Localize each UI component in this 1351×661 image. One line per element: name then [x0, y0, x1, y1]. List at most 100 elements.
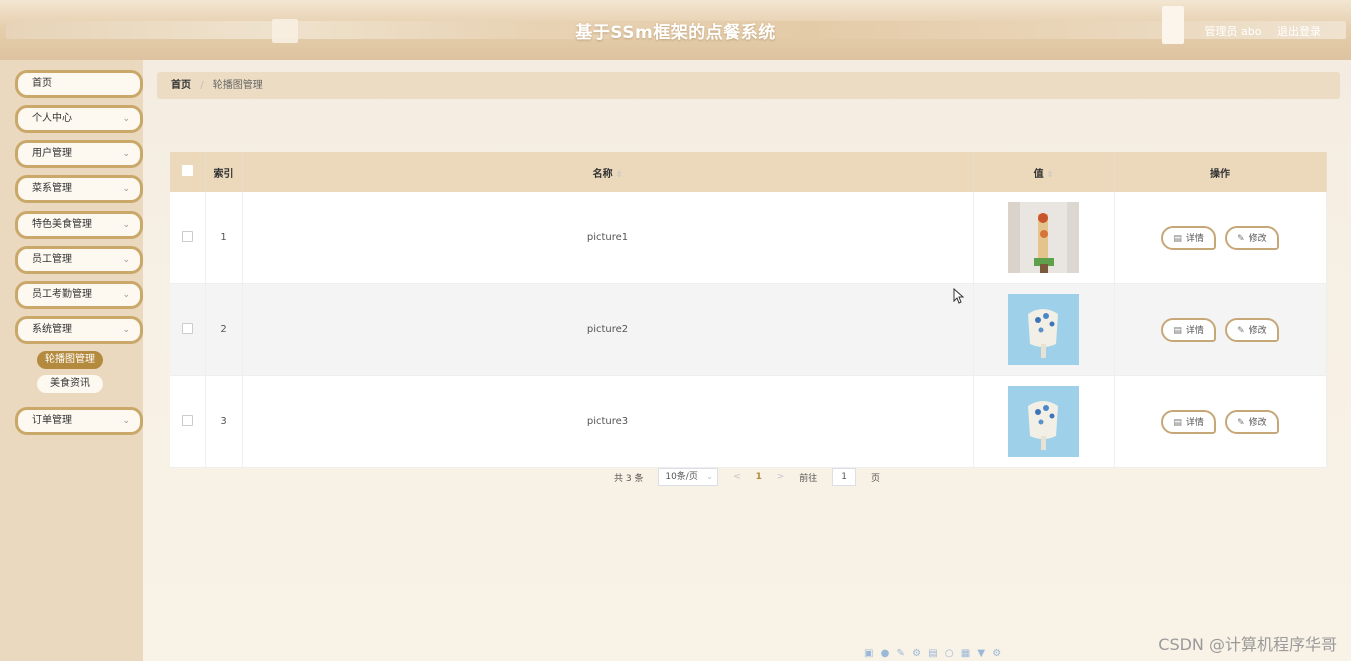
sort-icon[interactable]: ⇳ — [616, 170, 623, 179]
select-all-cell — [170, 152, 206, 192]
breadcrumb-home[interactable]: 首页 — [171, 80, 191, 91]
document-icon: ▤ — [1173, 417, 1182, 428]
column-header-index: 索引 — [205, 152, 243, 192]
sidebar-item-system-management[interactable]: 系统管理 ⌄ — [15, 316, 143, 344]
sidebar-item-order-management[interactable]: 订单管理 ⌄ — [15, 407, 143, 435]
document-icon: ▤ — [1173, 325, 1182, 336]
carousel-image-thumbnail[interactable] — [1008, 294, 1079, 365]
sidebar-item-label: 用户管理 — [32, 148, 72, 159]
row-select-cell — [170, 192, 206, 284]
table-header-row: 索引 名称 ⇳ 值 ⇳ 操作 — [170, 152, 1327, 192]
admin-label: 管理员 abo — [1204, 25, 1262, 38]
sidebar-item-staff-management[interactable]: 员工管理 ⌄ — [15, 246, 143, 274]
page-unit-label: 页 — [870, 473, 880, 484]
chevron-down-icon: ⌄ — [705, 472, 714, 482]
chevron-down-icon: ⌄ — [122, 114, 130, 124]
detail-button[interactable]: ▤ 详情 — [1161, 409, 1216, 434]
row-name: picture2 — [242, 283, 974, 376]
goto-page-input[interactable]: 1 — [832, 468, 857, 486]
tray-icons: ▣ ● ✎ ⚙ ▤ ○ ▦ ▼ ⚙ — [864, 648, 1004, 659]
sidebar-item-specialty-food-management[interactable]: 特色美食管理 ⌄ — [15, 211, 143, 239]
row-value-cell — [973, 283, 1115, 376]
edit-button[interactable]: ✎ 修改 — [1225, 225, 1279, 250]
document-icon: ▤ — [1173, 233, 1182, 244]
carousel-image-thumbnail[interactable] — [1008, 202, 1079, 273]
sidebar-item-label: 系统管理 — [32, 324, 72, 335]
sidebar-item-home[interactable]: 首页 — [15, 70, 143, 98]
row-actions-cell: ▤ 详情 ✎ 修改 — [1114, 283, 1327, 376]
chevron-down-icon: ⌄ — [122, 184, 130, 194]
row-index: 3 — [205, 375, 243, 468]
row-select-cell — [170, 375, 206, 468]
row-checkbox[interactable] — [181, 322, 193, 334]
sidebar-item-label: 特色美食管理 — [32, 219, 92, 230]
breadcrumb-separator: / — [200, 80, 204, 91]
sidebar-item-label: 订单管理 — [32, 415, 72, 426]
sidebar-item-label: 员工管理 — [32, 254, 72, 265]
sidebar-item-label: 首页 — [32, 78, 52, 89]
sort-icon[interactable]: ⇳ — [1047, 170, 1054, 179]
column-header-name[interactable]: 名称 ⇳ — [242, 152, 974, 192]
pencil-icon: ✎ — [1237, 233, 1245, 244]
logout-link[interactable]: 退出登录 — [1277, 25, 1321, 38]
column-header-label: 名称 — [592, 168, 613, 180]
user-area: 管理员 abo 退出登录 — [1205, 23, 1321, 39]
detail-button-label: 详情 — [1185, 417, 1204, 428]
detail-button[interactable]: ▤ 详情 — [1161, 317, 1216, 342]
row-value-cell — [973, 375, 1115, 468]
row-checkbox[interactable] — [181, 414, 193, 426]
table-row: 2 picture2 ▤ 详情 ✎ 修改 — [170, 283, 1327, 376]
carousel-image-thumbnail[interactable] — [1008, 386, 1079, 457]
edit-button[interactable]: ✎ 修改 — [1225, 409, 1279, 434]
sidebar-item-label: 菜系管理 — [32, 183, 72, 194]
page-size-value: 10条/页 — [665, 472, 698, 482]
page-size-select[interactable]: 10条/页 ⌄ — [658, 468, 719, 486]
sidebar-item-label: 员工考勤管理 — [32, 289, 92, 300]
sidebar-subitem-food-news[interactable]: 美食资讯 — [37, 375, 103, 393]
table-row: 1 picture1 ▤ 详情 ✎ 修改 — [170, 192, 1327, 284]
row-name: picture3 — [242, 375, 974, 468]
prev-page-button[interactable]: < — [733, 472, 741, 482]
edit-button-label: 修改 — [1248, 233, 1267, 244]
detail-button-label: 详情 — [1185, 233, 1204, 244]
row-name: picture1 — [242, 192, 974, 284]
mouse-cursor-icon — [953, 288, 965, 304]
edit-button-label: 修改 — [1248, 325, 1267, 336]
main-content: 首页 / 轮播图管理 索引 名称 ⇳ 值 ⇳ 操作 1 picture1 ▤ 详… — [143, 60, 1351, 661]
pencil-icon: ✎ — [1237, 325, 1245, 336]
column-header-value[interactable]: 值 ⇳ — [973, 152, 1115, 192]
row-actions-cell: ▤ 详情 ✎ 修改 — [1114, 192, 1327, 284]
sidebar-item-label: 个人中心 — [32, 113, 72, 124]
chevron-down-icon: ⌄ — [122, 416, 130, 426]
sidebar-subitem-carousel-management[interactable]: 轮播图管理 — [37, 351, 103, 369]
current-page-number[interactable]: 1 — [756, 472, 762, 482]
detail-button[interactable]: ▤ 详情 — [1161, 225, 1216, 250]
chevron-down-icon: ⌄ — [122, 325, 130, 335]
sidebar-item-attendance-management[interactable]: 员工考勤管理 ⌄ — [15, 281, 143, 309]
sidebar: 首页 个人中心 ⌄ 用户管理 ⌄ 菜系管理 ⌄ 特色美食管理 ⌄ 员工管理 ⌄ … — [0, 60, 143, 661]
sidebar-item-personal-center[interactable]: 个人中心 ⌄ — [15, 105, 143, 133]
next-page-button[interactable]: > — [777, 472, 785, 482]
row-index: 1 — [205, 192, 243, 284]
row-value-cell — [973, 192, 1115, 284]
sidebar-item-user-management[interactable]: 用户管理 ⌄ — [15, 140, 143, 168]
row-actions-cell: ▤ 详情 ✎ 修改 — [1114, 375, 1327, 468]
breadcrumb: 首页 / 轮播图管理 — [157, 72, 1340, 99]
chevron-down-icon: ⌄ — [122, 290, 130, 300]
sidebar-item-cuisine-management[interactable]: 菜系管理 ⌄ — [15, 175, 143, 203]
table-row: 3 picture3 ▤ 详情 ✎ 修改 — [170, 375, 1327, 468]
breadcrumb-current: 轮播图管理 — [212, 80, 263, 91]
edit-button[interactable]: ✎ 修改 — [1225, 317, 1279, 342]
top-header: 基于SSm框架的点餐系统 管理员 abo 退出登录 — [0, 0, 1351, 60]
column-header-actions: 操作 — [1114, 152, 1327, 192]
app-title: 基于SSm框架的点餐系统 — [575, 23, 776, 43]
pagination-total: 共 3 条 — [614, 473, 644, 484]
select-all-checkbox[interactable] — [181, 165, 193, 176]
carousel-table: 索引 名称 ⇳ 值 ⇳ 操作 1 picture1 ▤ 详情 ✎ 修改 2 pi… — [170, 152, 1327, 468]
detail-button-label: 详情 — [1185, 325, 1204, 336]
chevron-down-icon: ⌄ — [122, 255, 130, 265]
row-select-cell — [170, 283, 206, 376]
edit-button-label: 修改 — [1248, 417, 1267, 428]
row-checkbox[interactable] — [181, 230, 193, 242]
goto-label: 前往 — [799, 473, 818, 484]
